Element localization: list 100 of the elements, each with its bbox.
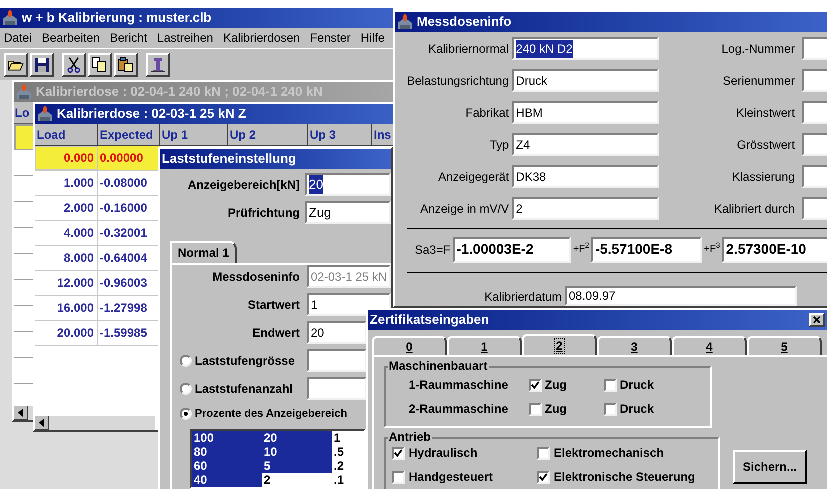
- text-field[interactable]: 2.57300E-10: [722, 236, 827, 262]
- table-cell: 0.000: [35, 146, 98, 170]
- field-label: Kalibrierdatum: [484, 289, 562, 306]
- column-header[interactable]: Up 3: [308, 124, 372, 146]
- checkbox-label[interactable]: Elektromechanisch: [554, 444, 664, 462]
- close-button[interactable]: [809, 313, 825, 327]
- text-field[interactable]: 20: [305, 173, 391, 196]
- list-cell[interactable]: 80: [192, 445, 262, 459]
- menu-item[interactable]: Fenster: [310, 29, 351, 47]
- checkbox[interactable]: [529, 378, 542, 392]
- checkbox[interactable]: [392, 446, 405, 460]
- text-field[interactable]: [802, 101, 827, 124]
- text-field[interactable]: [802, 165, 827, 188]
- column-header[interactable]: Expected: [98, 124, 160, 146]
- paste-button[interactable]: [114, 52, 138, 76]
- text-field[interactable]: 240 kN D2: [512, 37, 660, 60]
- tool-button[interactable]: [146, 52, 170, 76]
- radio-button[interactable]: [180, 354, 192, 366]
- formula-operator: +F$^{2}$: [573, 242, 590, 257]
- option-label[interactable]: Laststufengrösse: [195, 352, 296, 370]
- checkbox-label[interactable]: Druck: [620, 376, 654, 394]
- field-label: Startwert: [246, 296, 300, 314]
- text-field[interactable]: HBM: [512, 101, 660, 124]
- option-label[interactable]: Laststufenanzahl: [195, 380, 294, 398]
- text-field[interactable]: 20: [307, 321, 367, 344]
- column-header[interactable]: Ins: [372, 124, 393, 146]
- text-field[interactable]: [802, 197, 827, 220]
- radio-button[interactable]: [180, 382, 192, 394]
- text-field[interactable]: [802, 133, 827, 156]
- list-cell[interactable]: .2: [332, 459, 364, 473]
- list-box[interactable]: 100 20 1 80 10 .5 60 5 .2 40 2 .1: [190, 429, 366, 489]
- text-field[interactable]: Z4: [512, 133, 660, 156]
- list-cell[interactable]: 1: [332, 431, 364, 445]
- column-header[interactable]: Up 2: [228, 124, 308, 146]
- field-label: Fabrikat: [464, 104, 510, 122]
- scrollbar[interactable]: [14, 406, 33, 420]
- checkbox-label[interactable]: Zug: [545, 400, 567, 418]
- open-button[interactable]: [4, 52, 28, 76]
- text-field[interactable]: -5.57100E-8: [591, 236, 702, 262]
- text-field[interactable]: -1.00003E-2: [452, 236, 572, 262]
- text-field[interactable]: DK38: [512, 165, 660, 188]
- option-label[interactable]: Prozente des Anzeigebereich: [195, 406, 348, 422]
- text-field[interactable]: 08.09.97: [565, 286, 797, 306]
- checkbox-label[interactable]: Elektronische Steuerung: [554, 468, 696, 486]
- house-icon: [16, 84, 32, 100]
- tab[interactable]: 2: [522, 334, 597, 355]
- tab[interactable]: 4: [672, 336, 747, 355]
- text-field[interactable]: Zug: [305, 201, 391, 224]
- text-field[interactable]: 1: [307, 293, 391, 316]
- checkbox[interactable]: [392, 470, 405, 484]
- cut-button[interactable]: [62, 52, 86, 76]
- copy-button[interactable]: [88, 52, 112, 76]
- text-field[interactable]: [307, 349, 367, 372]
- list-cell[interactable]: 100: [192, 431, 262, 445]
- list-cell[interactable]: 40: [192, 473, 262, 487]
- radio-button[interactable]: [180, 408, 192, 420]
- checkbox[interactable]: [537, 446, 550, 460]
- checkbox[interactable]: [604, 402, 617, 416]
- save-button[interactable]: Sichern...: [733, 450, 807, 484]
- menu-item[interactable]: Bericht: [110, 29, 148, 47]
- checkbox-label[interactable]: Druck: [620, 400, 654, 418]
- menu-item[interactable]: Bearbeiten: [42, 29, 100, 47]
- tab[interactable]: 3: [597, 336, 672, 355]
- list-cell[interactable]: 20: [262, 431, 332, 445]
- checkbox[interactable]: [529, 402, 542, 416]
- checkbox-label[interactable]: Zug: [545, 376, 567, 394]
- text-field[interactable]: [802, 69, 827, 92]
- list-cell[interactable]: 5: [262, 459, 332, 473]
- menu-item[interactable]: Kalibrierdosen: [223, 29, 300, 47]
- tab[interactable]: 0: [372, 336, 447, 355]
- field-label: Grösstwert: [736, 136, 796, 154]
- checkbox-label[interactable]: Hydraulisch: [409, 444, 478, 462]
- column-header[interactable]: Load: [35, 124, 98, 146]
- menu-item[interactable]: Lastreihen: [157, 29, 214, 47]
- scroll-left-icon[interactable]: [35, 416, 49, 430]
- list-cell[interactable]: 60: [192, 459, 262, 473]
- tab[interactable]: 1: [447, 336, 522, 355]
- column-header[interactable]: Up 1: [160, 124, 228, 146]
- list-cell[interactable]: .5: [332, 445, 364, 459]
- list-cell[interactable]: 10: [262, 445, 332, 459]
- field-label: Serienummer: [722, 72, 796, 90]
- scrollbar[interactable]: [35, 416, 155, 430]
- text-field[interactable]: [802, 37, 827, 60]
- menu-item[interactable]: Hilfe: [360, 29, 385, 47]
- window-title: Messdoseninfo: [417, 13, 512, 32]
- scroll-left-icon[interactable]: [14, 406, 28, 420]
- text-field[interactable]: [307, 377, 367, 400]
- text-field[interactable]: Druck: [512, 69, 660, 92]
- check-icon: [539, 472, 548, 482]
- tab[interactable]: Normal 1: [170, 241, 238, 263]
- text-field[interactable]: 2: [512, 197, 660, 220]
- tab[interactable]: 5: [747, 336, 822, 355]
- list-cell[interactable]: .1: [332, 473, 364, 487]
- checkbox-label[interactable]: Handgesteuert: [409, 468, 494, 486]
- save-button[interactable]: [30, 52, 54, 76]
- list-cell[interactable]: 2: [262, 473, 332, 487]
- menu-item[interactable]: Datei: [4, 29, 32, 47]
- checkbox[interactable]: [604, 378, 617, 392]
- close-icon: [813, 316, 821, 324]
- checkbox[interactable]: [537, 470, 550, 484]
